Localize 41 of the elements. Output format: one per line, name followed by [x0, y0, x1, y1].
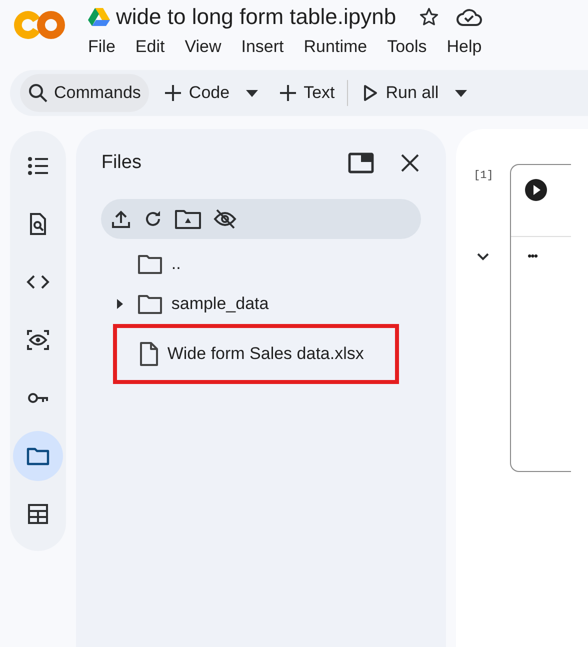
notebook-title[interactable]: wide to long form table.ipynb [116, 4, 396, 30]
window-icon[interactable] [348, 152, 374, 174]
star-icon[interactable] [418, 6, 440, 28]
menu-item[interactable]: View [184, 37, 232, 57]
caret-icon[interactable] [246, 90, 258, 96]
run-cell-icon[interactable] [524, 178, 548, 202]
expand-arrow-icon[interactable] [117, 299, 124, 309]
file-name[interactable]: sample_data [171, 294, 269, 314]
file-name[interactable]: Wide form Sales data.xlsx [167, 344, 364, 364]
chevron-down-icon[interactable] [476, 252, 490, 262]
list-icon [26, 154, 50, 178]
execution-count: [1] [474, 170, 494, 182]
panel-title: Files [101, 152, 142, 174]
toolbar-button[interactable]: Code [156, 74, 236, 112]
menu-item[interactable]: Help [446, 37, 492, 57]
cloud-check-icon[interactable] [456, 6, 482, 28]
plus-icon [278, 83, 298, 103]
folder-icon [137, 293, 164, 315]
close-icon[interactable] [400, 153, 420, 173]
output-menu[interactable]: ••• [527, 249, 538, 263]
menu-item[interactable]: File [88, 37, 126, 57]
toolbar-button[interactable]: Run all [354, 74, 445, 112]
menu-item[interactable]: Insert [241, 37, 294, 57]
logo-icon[interactable] [14, 9, 66, 41]
folder-icon [137, 253, 164, 275]
drive-icon[interactable] [88, 7, 110, 27]
table-icon [26, 502, 50, 526]
file-icon [139, 341, 160, 367]
menu-item[interactable]: Edit [135, 37, 175, 57]
menu-item[interactable]: Tools [387, 37, 437, 57]
eye-icon [26, 328, 50, 352]
commands-button[interactable]: Commands [20, 74, 149, 112]
file-name[interactable]: .. [171, 254, 181, 274]
menu-item[interactable]: Runtime [304, 37, 378, 57]
folder-drive-icon[interactable] [175, 209, 202, 229]
eye-off-icon[interactable] [213, 209, 238, 229]
caret-icon[interactable] [454, 90, 467, 96]
plus-icon [162, 83, 183, 103]
upload-icon[interactable] [111, 209, 132, 229]
toolbar-button[interactable]: Text [272, 74, 341, 112]
search-icon [28, 83, 48, 103]
